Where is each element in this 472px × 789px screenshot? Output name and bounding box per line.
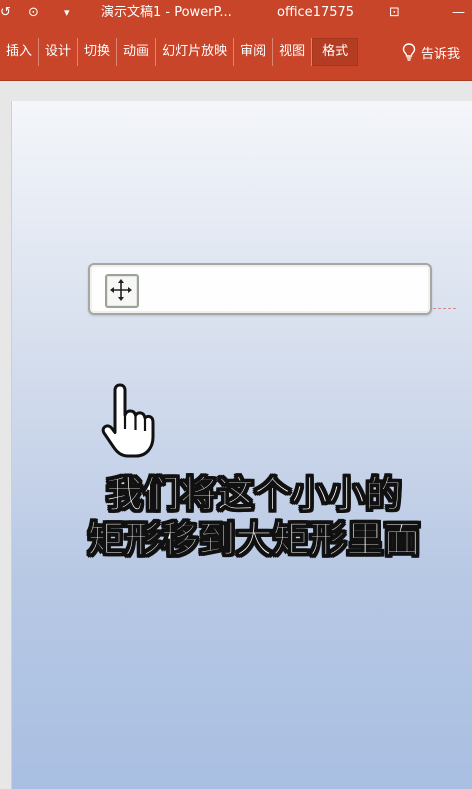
title-bar: ↺ ⊙ ▾ 演示文稿1 - PowerP... office17575 ⊡ — [0, 0, 472, 26]
start-from-beginning-icon[interactable]: ⊙ [28, 4, 48, 22]
tab-view[interactable]: 视图 [273, 38, 313, 66]
tab-review[interactable]: 审阅 [234, 38, 274, 66]
tab-transitions[interactable]: 切换 [78, 38, 118, 66]
tab-insert[interactable]: 插入 [0, 38, 40, 66]
customize-quick-access-icon[interactable]: ▾ [64, 4, 78, 22]
minimize-icon[interactable]: — [452, 4, 466, 22]
subtitle-caption: 我们将这个小小的 矩形移到大矩形里面 [24, 472, 472, 562]
ribbon-tab-bar: 插入 设计 切换 动画 幻灯片放映 审阅 视图 格式 告诉我 [0, 26, 472, 81]
ribbon-display-options-icon[interactable]: ⊡ [389, 4, 407, 22]
undo-icon[interactable]: ↺ [0, 4, 14, 22]
slide-canvas[interactable]: 我们将这个小小的 矩形移到大矩形里面 [12, 101, 472, 789]
tell-me-search[interactable]: 告诉我 [402, 38, 460, 66]
tab-animations[interactable]: 动画 [117, 38, 157, 66]
slide-editing-area: 我们将这个小小的 矩形移到大矩形里面 [0, 81, 472, 789]
tell-me-label: 告诉我 [421, 46, 461, 62]
move-cursor-icon [110, 279, 132, 301]
tab-slide-show[interactable]: 幻灯片放映 [156, 38, 235, 66]
document-title: 演示文稿1 - PowerP... [101, 5, 232, 20]
caption-line-1: 我们将这个小小的 [106, 473, 403, 517]
ribbon-tabs: 插入 设计 切换 动画 幻灯片放映 审阅 视图 格式 [0, 38, 359, 66]
powerpoint-window: ↺ ⊙ ▾ 演示文稿1 - PowerP... office17575 ⊡ — … [0, 0, 472, 789]
hand-pointer-icon [101, 383, 155, 458]
large-rectangle-shape[interactable] [88, 263, 432, 315]
lightbulb-icon [402, 43, 416, 61]
tab-format[interactable]: 格式 [312, 38, 359, 66]
tab-design[interactable]: 设计 [39, 38, 79, 66]
account-name[interactable]: office17575 [277, 4, 354, 22]
caption-line-2: 矩形移到大矩形里面 [87, 518, 421, 562]
